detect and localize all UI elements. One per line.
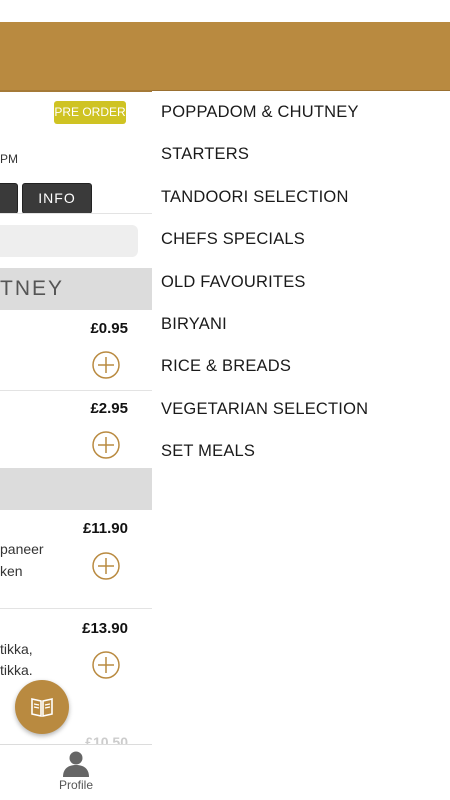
person-icon[interactable] [62, 749, 90, 777]
menu-fab-button[interactable] [15, 680, 69, 734]
category-item-set-meals[interactable]: SET MEALS [161, 438, 368, 480]
header-divider [0, 90, 152, 92]
opening-time-text: PM [0, 152, 18, 166]
category-item-rice-breads[interactable]: RICE & BREADS [161, 353, 368, 395]
bottom-navigation: Profile [0, 744, 152, 800]
category-item-old-favourites[interactable]: OLD FAVOURITES [161, 269, 368, 311]
category-list: POPPADOM & CHUTNEY STARTERS TANDOORI SEL… [161, 99, 368, 481]
info-button[interactable]: INFO [22, 183, 92, 214]
item-price: £2.95 [90, 400, 128, 417]
category-item-poppadom-chutney[interactable]: POPPADOM & CHUTNEY [161, 99, 368, 141]
divider [0, 608, 152, 609]
category-item-starters[interactable]: STARTERS [161, 141, 368, 183]
drawer-header [152, 22, 450, 91]
plus-circle-icon[interactable] [92, 552, 120, 580]
category-header: TNEY [0, 268, 152, 310]
menu-panel: PRE ORDER PM INFO TNEY £0.95 £2.95 £11.9… [0, 0, 153, 800]
app-header [0, 22, 152, 90]
item-price: £0.95 [90, 320, 128, 337]
nav-profile-label[interactable]: Profile [0, 778, 152, 792]
category-item-chefs-specials[interactable]: CHEFS SPECIALS [161, 226, 368, 268]
book-icon [31, 698, 53, 717]
preorder-badge[interactable]: PRE ORDER [54, 101, 126, 124]
category-item-tandoori-selection[interactable]: TANDOORI SELECTION [161, 184, 368, 226]
drawer-header-divider [152, 90, 450, 91]
plus-circle-icon[interactable] [92, 651, 120, 679]
item-description: paneer [0, 541, 44, 557]
divider [0, 390, 152, 391]
category-header-label: TNEY [0, 277, 65, 300]
item-description: tikka. [0, 662, 33, 678]
plus-circle-icon[interactable] [92, 431, 120, 459]
item-description: ken [0, 563, 23, 579]
category-item-vegetarian-selection[interactable]: VEGETARIAN SELECTION [161, 396, 368, 438]
plus-circle-icon[interactable] [92, 351, 120, 379]
divider [0, 213, 152, 214]
item-price: £13.90 [82, 620, 128, 637]
search-input[interactable] [0, 225, 138, 257]
category-item-biryani[interactable]: BIRYANI [161, 311, 368, 353]
category-drawer: POPPADOM & CHUTNEY STARTERS TANDOORI SEL… [152, 0, 450, 800]
item-description: tikka, [0, 641, 33, 657]
item-price: £11.90 [82, 520, 128, 537]
category-header [0, 468, 152, 510]
restaurant-action-button[interactable] [0, 183, 18, 214]
